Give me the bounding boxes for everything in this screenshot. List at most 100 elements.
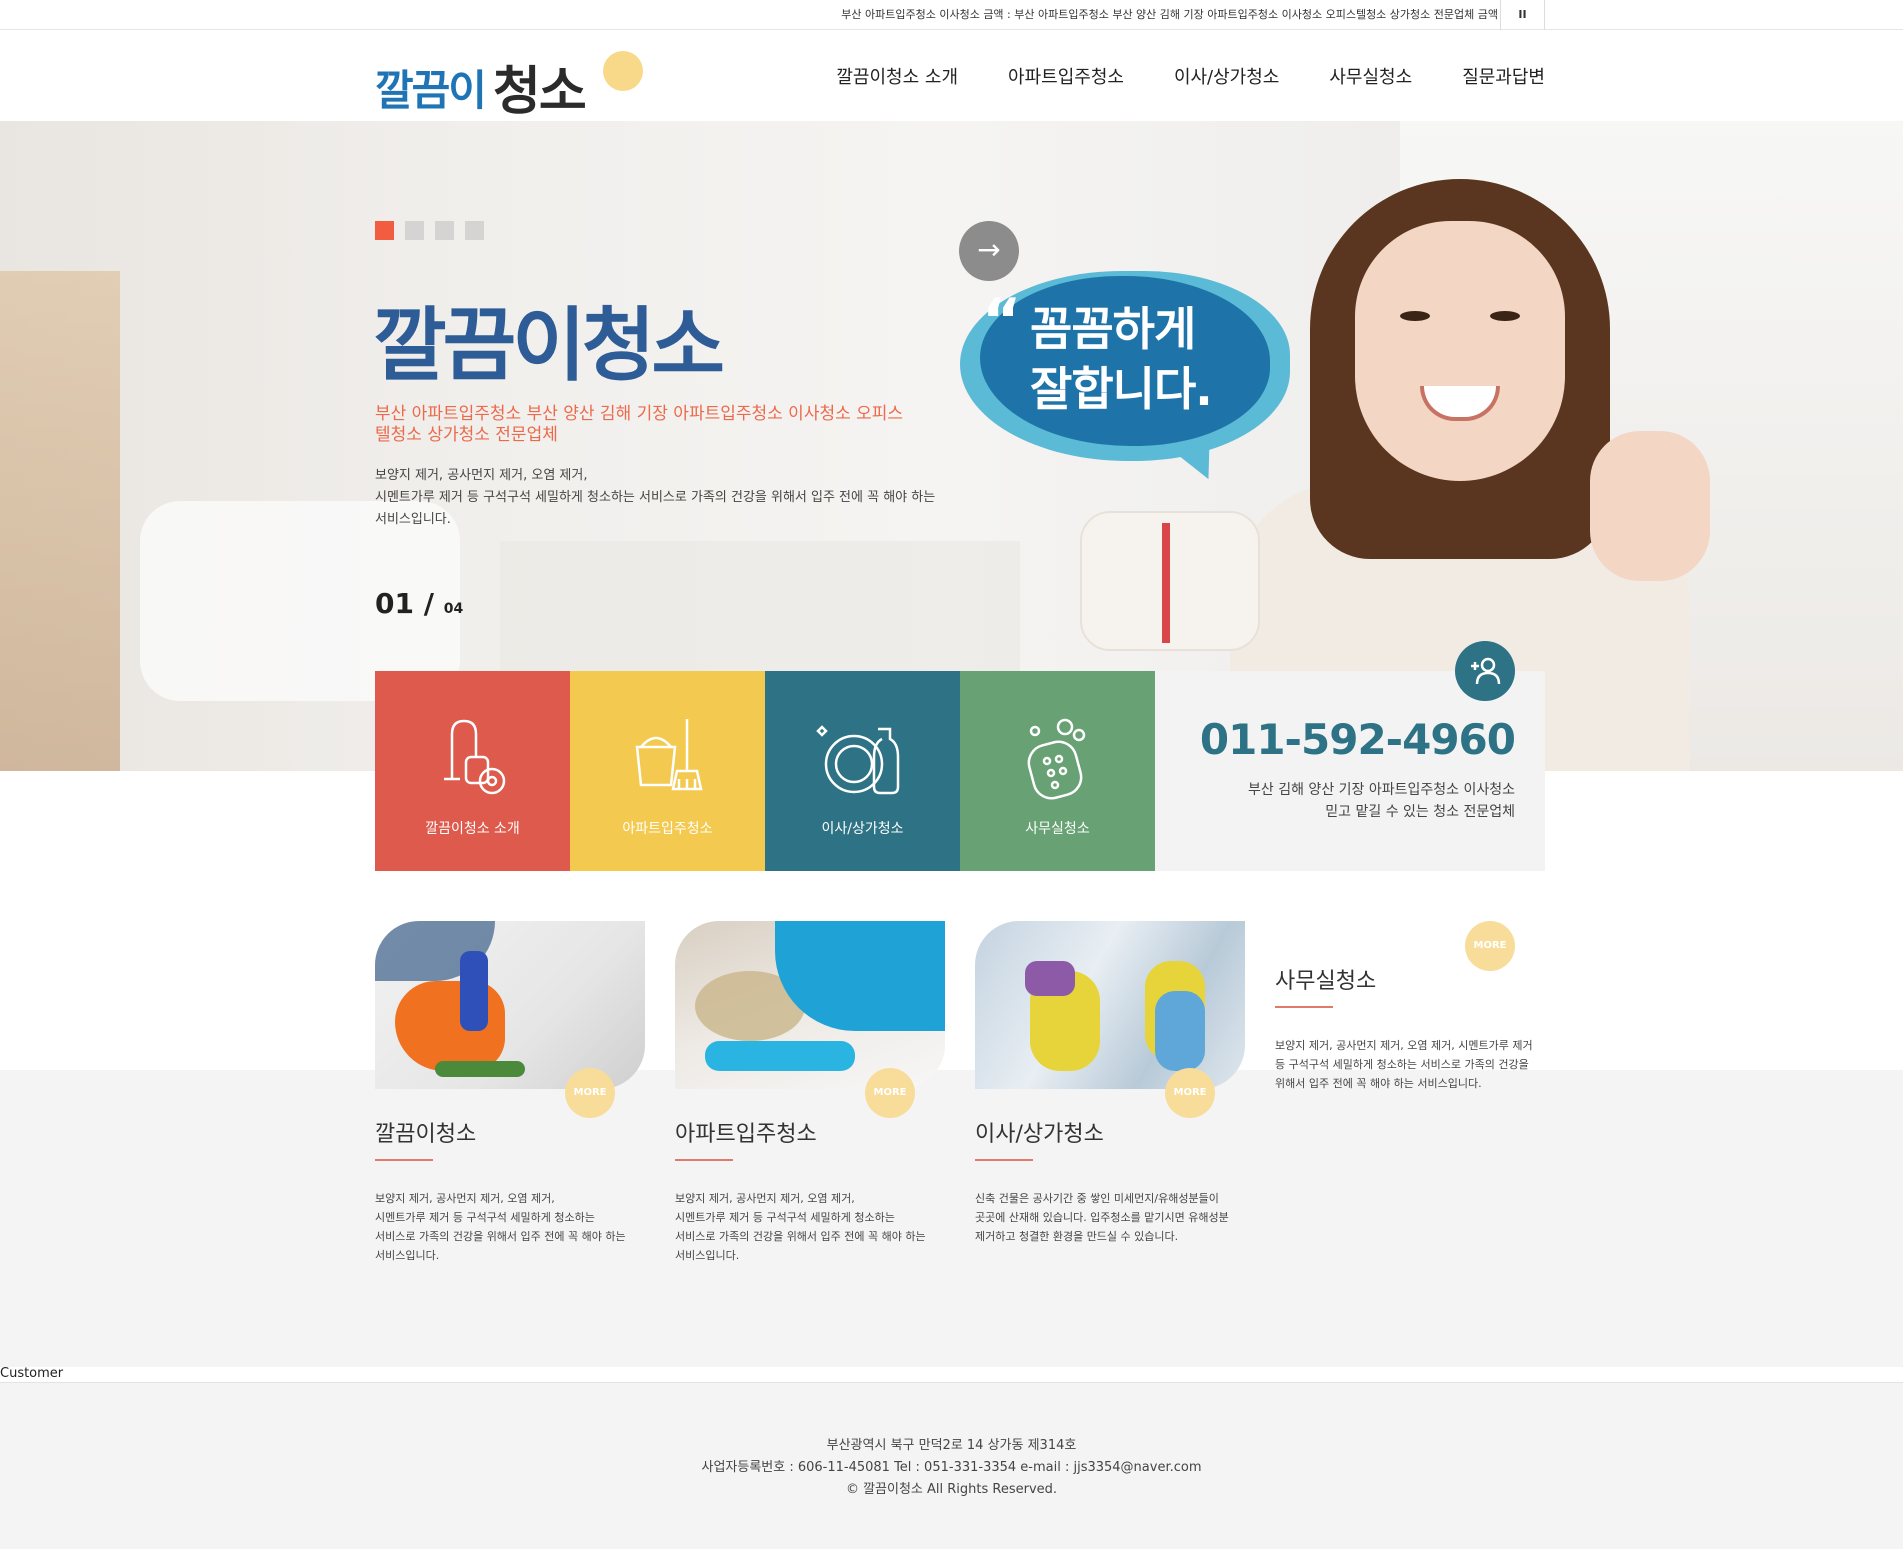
card-photo-moving[interactable] [975, 921, 1245, 1089]
card-desc-line: 곳곳에 산재해 있습니다. 입주청소를 맡기시면 유해성분 [975, 1211, 1229, 1224]
dish-spray-icon [816, 725, 900, 795]
nav-item-moving[interactable]: 이사/상가청소 [1174, 63, 1279, 89]
card-desc-line: 보양지 제거, 공사먼지 제거, 오염 제거, 시멘트가루 제거 [1275, 1039, 1533, 1052]
more-button[interactable]: MORE [1465, 921, 1515, 971]
slide-dot-4[interactable] [465, 221, 484, 240]
card-desc-line: 시멘트가루 제거 등 구석구석 세밀하게 청소하는 [675, 1211, 895, 1224]
nav-item-qna[interactable]: 질문과답변 [1462, 63, 1545, 89]
content-background-band [0, 1070, 1903, 1367]
phone-number[interactable]: 011-592-4960 [1200, 715, 1516, 764]
site-footer: 부산광역시 북구 만덕2로 14 상가동 제314호 사업자등록번호 : 606… [0, 1382, 1903, 1549]
background-shelf [0, 271, 120, 771]
nav-item-office[interactable]: 사무실청소 [1329, 63, 1412, 89]
tile-office-label: 사무실청소 [1025, 821, 1090, 837]
quote-mark: “ [982, 286, 1022, 356]
card-title[interactable]: 깔끔이청소 [375, 1116, 476, 1148]
card-title[interactable]: 사무실청소 [1275, 963, 1376, 995]
card-description: 보양지 제거, 공사먼지 제거, 오염 제거, 시멘트가루 제거 등 구석구석 … [375, 1189, 645, 1265]
logo-text-part1: 깔끔이 [375, 66, 487, 115]
title-underline [1275, 1006, 1333, 1008]
ok-hand [1590, 431, 1710, 581]
card-desc-line: 서비스입니다. [375, 1249, 440, 1262]
card-photo-cleaning[interactable] [375, 921, 645, 1089]
card-desc-line: 서비스입니다. [675, 1249, 740, 1262]
nav-item-apartment[interactable]: 아파트입주청소 [1008, 63, 1124, 89]
contact-box: 011-592-4960 부산 김해 양산 기장 아파트입주청소 이사청소 믿고… [1155, 641, 1545, 871]
footer-address: 부산광역시 북구 만덕2로 14 상가동 제314호 [826, 1438, 1077, 1453]
tile-moving-label: 이사/상가청소 [821, 821, 904, 837]
card-description: 신축 건물은 공사기간 중 쌓인 미세먼지/유해성분들이 곳곳에 산재해 있습니… [975, 1189, 1245, 1246]
service-card-apartment: MORE 아파트입주청소 보양지 제거, 공사먼지 제거, 오염 제거, 시멘트… [675, 921, 945, 1262]
woman-eye-right [1490, 311, 1520, 321]
site-logo[interactable]: 깔끔이 청소 [375, 49, 655, 122]
card-description: 보양지 제거, 공사먼지 제거, 오염 제거, 시멘트가루 제거 등 구석구석 … [1275, 1036, 1545, 1093]
vacuum-cleaner-icon [444, 719, 506, 795]
woman-face [1355, 221, 1565, 481]
service-tiles: 깔끔이청소 소개 아파트입주청소 이사/상가청소 사무실청소 011-592-4… [375, 641, 1545, 871]
card-desc-line: 등 구석구석 세밀하게 청소하는 서비스로 가족의 건강을 [1275, 1058, 1529, 1071]
logo-dot [603, 51, 643, 91]
photo-spray-bottle [1155, 991, 1205, 1071]
bubble-text: 꼼꼼하게 잘합니다. [1030, 299, 1213, 419]
footer-copyright: © 깔끔이청소 All Rights Reserved. [845, 1482, 1058, 1497]
slide-dot-3[interactable] [435, 221, 454, 240]
bubble-text-line1: 꼼꼼하게 [1030, 302, 1196, 356]
card-desc-line: 보양지 제거, 공사먼지 제거, 오염 제거, [375, 1192, 555, 1205]
logo-text-part2: 청소 [493, 62, 587, 122]
tile-apartment[interactable]: 아파트입주청소 [570, 671, 765, 871]
contact-desc-line1: 부산 김해 양산 기장 아파트입주청소 이사청소 [1248, 782, 1515, 798]
more-button[interactable]: MORE [865, 1068, 915, 1118]
card-desc-line: 위해서 입주 전에 꼭 해야 하는 서비스입니다. [1275, 1077, 1482, 1090]
bubble-text-line2: 잘합니다. [1030, 362, 1213, 416]
card-photo-apartment[interactable] [675, 921, 945, 1089]
tile-moving[interactable]: 이사/상가청소 [765, 671, 960, 871]
site-header: 깔끔이 청소 깔끔이청소 소개 아파트입주청소 이사/상가청소 사무실청소 질문… [0, 31, 1903, 122]
hero-title: 깔끔이청소 [373, 299, 725, 392]
hero-desc-line1: 보양지 제거, 공사먼지 제거, 오염 제거, [375, 468, 588, 483]
photo-purple-cloth [1025, 961, 1075, 996]
card-desc-line: 보양지 제거, 공사먼지 제거, 오염 제거, [675, 1192, 855, 1205]
tile-office[interactable]: 사무실청소 [960, 671, 1155, 871]
card-desc-line: 서비스로 가족의 건강을 위해서 입주 전에 꼭 해야 하는 [375, 1230, 626, 1243]
towel [1080, 511, 1260, 651]
contact-desc-line2: 믿고 맡길 수 있는 청소 전문업체 [1325, 804, 1515, 820]
card-description: 보양지 제거, 공사먼지 제거, 오염 제거, 시멘트가루 제거 등 구석구석 … [675, 1189, 945, 1265]
footer-business-info: 사업자등록번호 : 606-11-45081 Tel : 051-331-335… [701, 1460, 1202, 1475]
slide-pagination [375, 221, 484, 240]
add-user-icon-glyph [1471, 657, 1501, 685]
tile-apartment-label: 아파트입주청소 [622, 821, 713, 837]
pause-icon[interactable]: II [1500, 0, 1545, 30]
add-user-icon[interactable] [1455, 641, 1515, 701]
top-marquee-bar: 부산 아파트입주청소 이사청소 금액 : 부산 아파트입주청소 부산 양산 김해… [0, 0, 1903, 30]
woman-eye-left [1400, 311, 1430, 321]
more-button[interactable]: MORE [1165, 1068, 1215, 1118]
photo-spray-bottle [460, 951, 488, 1031]
bucket-broom-icon [635, 719, 703, 791]
card-title[interactable]: 아파트입주청소 [675, 1116, 817, 1148]
marquee-text: 부산 아파트입주청소 이사청소 금액 : 부산 아파트입주청소 부산 양산 김해… [841, 8, 1498, 21]
customer-section-label: Customer [0, 1366, 64, 1381]
card-title[interactable]: 이사/상가청소 [975, 1116, 1104, 1148]
service-card-cleaning: MORE 깔끔이청소 보양지 제거, 공사먼지 제거, 오염 제거, 시멘트가루… [375, 921, 645, 1262]
tile-about[interactable]: 깔끔이청소 소개 [375, 671, 570, 871]
tile-about-label: 깔끔이청소 소개 [425, 821, 520, 837]
card-desc-line: 서비스로 가족의 건강을 위해서 입주 전에 꼭 해야 하는 [675, 1230, 926, 1243]
slide-dot-1[interactable] [375, 221, 394, 240]
slide-counter-total: 04 [443, 601, 464, 617]
next-arrow-icon[interactable]: → [959, 221, 1019, 281]
main-nav: 깔끔이청소 소개 아파트입주청소 이사/상가청소 사무실청소 질문과답변 [786, 63, 1545, 89]
card-desc-line: 시멘트가루 제거 등 구석구석 세밀하게 청소하는 [375, 1211, 595, 1224]
card-desc-line: 신축 건물은 공사기간 중 쌓인 미세먼지/유해성분들이 [975, 1192, 1219, 1205]
more-button[interactable]: MORE [565, 1068, 615, 1118]
slide-counter: 01 / 04 [375, 587, 463, 620]
hero-desc-line2: 시멘트가루 제거 등 구석구석 세밀하게 청소하는 서비스로 가족의 건강을 위… [375, 490, 936, 505]
nav-item-about[interactable]: 깔끔이청소 소개 [836, 63, 958, 89]
title-underline [675, 1159, 733, 1161]
slide-counter-separator: / [423, 587, 434, 620]
hero-subtitle: 부산 아파트입주청소 부산 양산 김해 기장 아파트입주청소 이사청소 오피스텔… [375, 404, 904, 445]
hero-desc-line3: 서비스입니다. [375, 512, 451, 527]
slide-dot-2[interactable] [405, 221, 424, 240]
photo-glove [395, 981, 505, 1071]
title-underline [975, 1159, 1033, 1161]
hero-description: 보양지 제거, 공사먼지 제거, 오염 제거, 시멘트가루 제거 등 구석구석 … [375, 465, 965, 531]
